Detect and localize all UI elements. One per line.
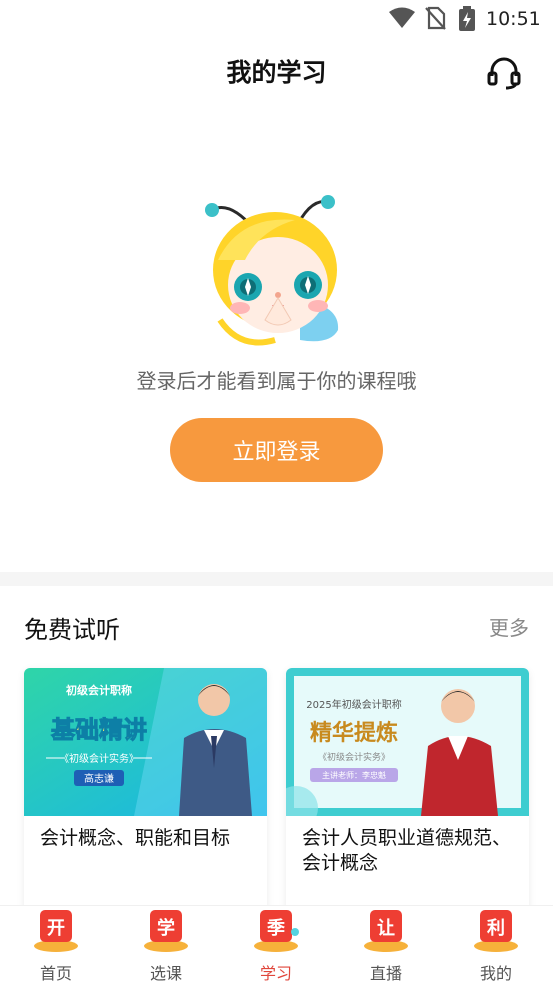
red-envelope-icon: 开: [34, 910, 78, 952]
svg-text:让: 让: [377, 918, 395, 939]
nav-label: 选课: [149, 964, 182, 983]
red-envelope-icon: 学: [144, 910, 188, 952]
login-button[interactable]: 立即登录: [170, 418, 383, 482]
clock: 10:51: [486, 8, 541, 30]
app-header: 我的学习: [0, 38, 553, 104]
course-title: 会计概念、职能和目标: [40, 827, 231, 849]
thumb-heading: 精华提炼: [310, 720, 398, 746]
course-card[interactable]: 初级会计职称 基础精讲 《初级会计实务》 高志谦 会计概念、职能和目标: [24, 668, 267, 918]
nav-label: 我的: [479, 964, 512, 983]
mascot-illustration: [205, 195, 339, 346]
red-envelope-icon: 季: [254, 910, 299, 952]
nav-item-courses[interactable]: 学 选课: [126, 906, 206, 983]
svg-text:利: 利: [487, 917, 505, 939]
battery-charging-icon: [459, 6, 475, 31]
nav-item-mine[interactable]: 利 我的: [456, 906, 536, 983]
svg-text:开: 开: [47, 918, 65, 939]
thumb-teacher: 高志谦: [84, 772, 114, 785]
nav-item-live[interactable]: 让 直播: [346, 906, 426, 983]
no-sim-icon: [425, 6, 446, 30]
red-envelope-icon: 让: [364, 910, 408, 952]
course-thumbnail: 初级会计职称 基础精讲 《初级会计实务》 高志谦: [24, 668, 267, 816]
red-envelope-icon: 利: [474, 910, 518, 952]
thumb-series: 初级会计职称: [66, 683, 132, 697]
thumb-teacher: 主讲老师：李忠魁: [322, 770, 386, 780]
bottom-nav: 开 首页 学 选课 季 学习 让 直播 利 我的: [0, 905, 553, 983]
nav-item-home[interactable]: 开 首页: [16, 906, 96, 983]
course-card[interactable]: 2025年初级会计职称 精华提炼 《初级会计实务》 主讲老师：李忠魁 会计人员职…: [286, 668, 529, 918]
page-title: 我的学习: [226, 58, 327, 87]
thumb-subject: 《初级会计实务》: [59, 752, 139, 765]
nav-label: 直播: [369, 964, 402, 983]
svg-text:学: 学: [157, 917, 175, 939]
nav-label: 学习: [259, 964, 292, 983]
svg-text:季: 季: [267, 918, 285, 939]
thumb-heading: 基础精讲: [51, 716, 147, 744]
thumb-subject: 《初级会计实务》: [318, 751, 390, 763]
thumb-series: 2025年初级会计职称: [306, 698, 401, 711]
course-thumbnail: 2025年初级会计职称 精华提炼 《初级会计实务》 主讲老师：李忠魁: [286, 668, 529, 816]
more-link[interactable]: 更多: [489, 612, 529, 641]
status-bar: 10:51: [0, 0, 553, 38]
section-divider: [0, 572, 553, 586]
section-title-free-trial: 免费试听: [24, 616, 120, 644]
login-prompt: 登录后才能看到属于你的课程哦: [136, 369, 417, 393]
headset-icon[interactable]: [486, 54, 522, 90]
nav-item-study[interactable]: 季 学习: [236, 906, 316, 983]
nav-label: 首页: [39, 964, 72, 983]
course-title: 会计人员职业道德规范、会计概念: [302, 827, 512, 874]
wifi-icon: [389, 7, 415, 28]
